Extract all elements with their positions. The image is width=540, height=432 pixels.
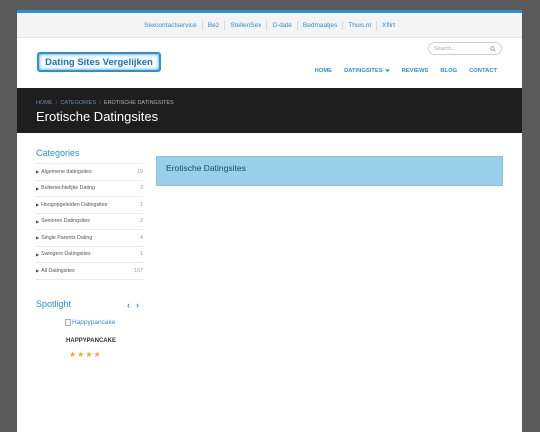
category-label-wrap: ▶ Buitenechtelijke Dating bbox=[36, 185, 95, 191]
caret-right-icon: ▶ bbox=[36, 235, 40, 241]
caret-right-icon: ▶ bbox=[36, 185, 40, 191]
category-label: Single Parents Dating bbox=[41, 234, 93, 241]
category-label-wrap: ▶ All Datingsites bbox=[36, 268, 75, 274]
toplink-xflirt[interactable]: Xflirt bbox=[377, 21, 400, 30]
sidebar-categories: Categories ▶ Algemene datingsites 19 ▶ Bui… bbox=[36, 148, 143, 280]
category-count: 157 bbox=[134, 267, 143, 274]
breadcrumb: HOME › CATEGORIES › EROTISCHE DATINGSITE… bbox=[36, 100, 174, 106]
search-box bbox=[428, 42, 502, 55]
toplink-thuis[interactable]: Thuis.nl bbox=[343, 20, 377, 30]
caret-right-icon: ▶ bbox=[36, 268, 40, 274]
category-label: All Datingsites bbox=[41, 267, 75, 274]
toplink-bedmaatjes[interactable]: Bedmaatjes bbox=[298, 20, 344, 30]
toplink-stellensex[interactable]: StellenSex bbox=[225, 20, 268, 30]
spotlight-image-alt: Happypancake bbox=[72, 319, 116, 326]
category-item[interactable]: ▶ All Datingsites 157 bbox=[36, 263, 143, 280]
breadcrumb-separator-icon: › bbox=[99, 100, 101, 106]
nav-datingsites[interactable]: DATINGSITES bbox=[344, 68, 390, 74]
content-title-box: Erotische Datingsites bbox=[156, 156, 503, 186]
nav-datingsites-label: DATINGSITES bbox=[344, 68, 383, 74]
nav-home[interactable]: HOME bbox=[315, 68, 332, 74]
chevron-right-icon[interactable]: › bbox=[136, 300, 139, 310]
star-icon: ★ bbox=[93, 350, 101, 359]
star-icon: ★ bbox=[77, 350, 85, 359]
star-icon: ★ bbox=[85, 350, 93, 359]
caret-right-icon: ▶ bbox=[36, 169, 40, 175]
main-nav: HOME DATINGSITES REVIEWS BLOG CONTACT bbox=[303, 68, 497, 74]
search-icon[interactable] bbox=[490, 45, 496, 52]
chevron-left-icon[interactable]: ‹ bbox=[127, 300, 130, 310]
category-label-wrap: ▶ Swingers Datingsites bbox=[36, 251, 91, 257]
caret-right-icon: ▶ bbox=[36, 202, 40, 208]
page-container: Sexcontactservice Be2 StellenSex D-date … bbox=[17, 10, 522, 432]
category-count: 1 bbox=[140, 251, 143, 258]
site-header: Dating Sites Vergelijken HOME DATINGSITE… bbox=[17, 38, 522, 88]
category-label-wrap: ▶ Single Parents Dating bbox=[36, 235, 92, 241]
caret-right-icon: ▶ bbox=[36, 251, 40, 257]
page-banner: HOME › CATEGORIES › EROTISCHE DATINGSITE… bbox=[17, 88, 522, 133]
category-label-wrap: ▶ Algemene datingsites bbox=[36, 169, 92, 175]
spotlight-name: HAPPYPANCAKE bbox=[66, 338, 116, 344]
category-label-wrap: ▶ Hoogopgeleiden Datingsites bbox=[36, 202, 107, 208]
category-item[interactable]: ▶ Senioren Datingsites 2 bbox=[36, 214, 143, 230]
spotlight-heading: Spotlight bbox=[36, 299, 72, 309]
category-count: 19 bbox=[137, 168, 143, 175]
category-count: 2 bbox=[140, 218, 143, 225]
category-item[interactable]: ▶ Hoogopgeleiden Datingsites 1 bbox=[36, 197, 143, 214]
nav-contact[interactable]: CONTACT bbox=[469, 68, 497, 74]
spotlight-header: Spotlight ‹ › bbox=[36, 299, 146, 313]
logo-text: Dating Sites Vergelijken bbox=[45, 56, 153, 68]
chevron-down-icon bbox=[384, 69, 390, 73]
category-item[interactable]: ▶ Single Parents Dating 4 bbox=[36, 230, 143, 247]
toplink-be2[interactable]: Be2 bbox=[203, 20, 226, 30]
caret-right-icon: ▶ bbox=[36, 218, 40, 224]
top-link-bar: Sexcontactservice Be2 StellenSex D-date … bbox=[17, 13, 522, 38]
category-label: Algemene datingsites bbox=[41, 168, 92, 175]
spotlight-image[interactable]: Happypancake bbox=[65, 318, 115, 327]
star-icon: ★ bbox=[69, 350, 77, 359]
category-label: Buitenechtelijke Dating bbox=[41, 185, 95, 192]
content-title: Erotische Datingsites bbox=[166, 163, 246, 173]
category-label-wrap: ▶ Senioren Datingsites bbox=[36, 218, 90, 224]
category-label: Senioren Datingsites bbox=[41, 218, 90, 225]
site-logo[interactable]: Dating Sites Vergelijken bbox=[37, 52, 161, 72]
category-label: Hoogopgeleiden Datingsites bbox=[41, 201, 108, 208]
search-input[interactable] bbox=[434, 45, 484, 52]
rating-stars: ★ ★ ★ ★ bbox=[69, 350, 102, 359]
category-item[interactable]: ▶ Buitenechtelijke Dating 3 bbox=[36, 181, 143, 197]
category-count: 3 bbox=[140, 185, 143, 192]
broken-image-icon bbox=[65, 319, 71, 326]
category-list: ▶ Algemene datingsites 19 ▶ Buitenechtelij… bbox=[36, 163, 143, 280]
categories-heading: Categories bbox=[36, 148, 80, 158]
toplink-sexcontactservice[interactable]: Sexcontactservice bbox=[139, 20, 203, 30]
breadcrumb-separator-icon: › bbox=[55, 100, 58, 106]
breadcrumb-categories[interactable]: CATEGORIES bbox=[60, 100, 96, 106]
category-label: Swingers Datingsites bbox=[41, 251, 91, 258]
category-count: 4 bbox=[140, 234, 143, 241]
toplink-d-date[interactable]: D-date bbox=[267, 20, 298, 30]
category-item[interactable]: ▶ Algemene datingsites 19 bbox=[36, 164, 143, 181]
category-item[interactable]: ▶ Swingers Datingsites 1 bbox=[36, 247, 143, 263]
page-title: Erotische Datingsites bbox=[36, 109, 159, 124]
category-count: 1 bbox=[140, 201, 143, 208]
breadcrumb-home[interactable]: HOME bbox=[36, 100, 53, 106]
breadcrumb-current: EROTISCHE DATINGSITES bbox=[103, 100, 174, 106]
nav-reviews[interactable]: REVIEWS bbox=[402, 68, 429, 74]
nav-blog[interactable]: BLOG bbox=[440, 68, 457, 74]
